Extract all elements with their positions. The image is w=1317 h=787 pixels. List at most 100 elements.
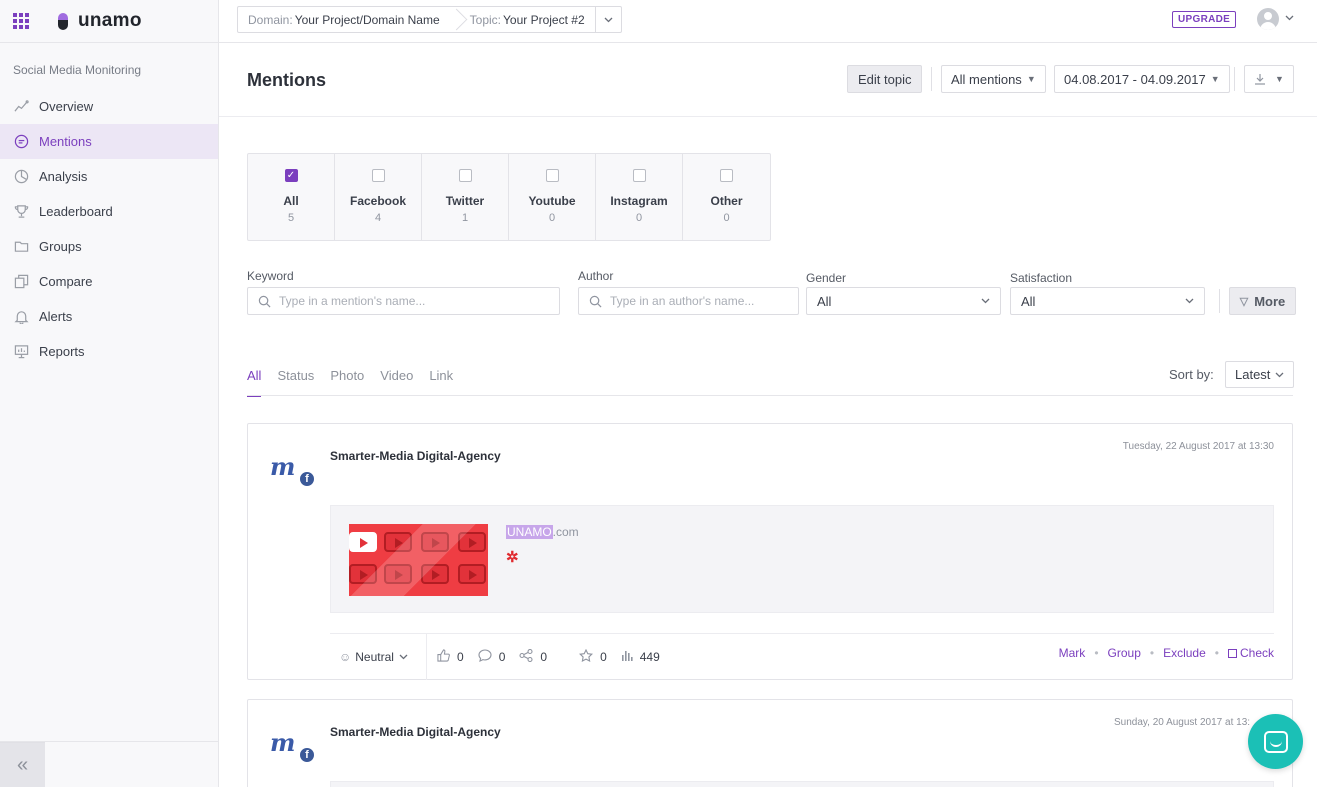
account-menu-caret[interactable]	[1285, 12, 1294, 24]
domain-label: Domain:	[248, 12, 293, 27]
site-favicon-icon: ✲	[506, 549, 519, 566]
sidebar-item-leaderboard[interactable]: Leaderboard	[0, 194, 218, 229]
apps-grid-icon[interactable]	[13, 13, 29, 29]
mark-action[interactable]: Mark	[1059, 646, 1086, 660]
bell-icon	[13, 309, 29, 325]
sentiment-select[interactable]: ☺ Neutral	[330, 634, 427, 680]
source-twitter[interactable]: Twitter 1	[422, 154, 509, 240]
author-input[interactable]: Type in an author's name...	[578, 287, 799, 315]
satisfaction-label: Satisfaction	[1010, 271, 1073, 285]
author-avatar[interactable]: m f	[270, 728, 316, 764]
mention-author[interactable]: Smarter-Media Digital-Agency	[330, 725, 501, 739]
sidebar-item-label: Groups	[39, 239, 82, 254]
breadcrumb[interactable]: Domain: Your Project/Domain Name Topic: …	[237, 6, 622, 33]
sidebar-item-label: Mentions	[39, 134, 92, 149]
logo-text: unamo	[78, 10, 142, 31]
checkbox-icon[interactable]	[371, 169, 385, 182]
source-other[interactable]: Other 0	[683, 154, 770, 240]
topic-label: Topic:	[469, 12, 502, 27]
sidebar-item-mentions[interactable]: Mentions	[0, 124, 218, 159]
breadcrumb-domain[interactable]: Domain: Your Project/Domain Name	[238, 7, 450, 32]
gender-select[interactable]: All	[806, 287, 1001, 315]
author-avatar[interactable]: m f	[270, 452, 316, 488]
check-action[interactable]: Check	[1227, 646, 1274, 660]
chevron-down-icon: ▼	[1275, 74, 1284, 84]
more-filters-label: More	[1254, 293, 1286, 309]
mention-author[interactable]: Smarter-Media Digital-Agency	[330, 449, 501, 463]
mentions-filter-select[interactable]: All mentions ▼	[941, 65, 1046, 93]
mention-card[interactable]: m f Smarter-Media Digital-Agency Tuesday…	[247, 423, 1293, 680]
trophy-icon	[13, 204, 29, 220]
breadcrumb-topic[interactable]: Topic: Your Project #2	[460, 7, 595, 32]
collapse-sidebar-button[interactable]: «	[0, 742, 45, 787]
date-range-select[interactable]: 04.08.2017 - 04.09.2017 ▼	[1054, 65, 1230, 93]
header-divider-line	[219, 116, 1317, 117]
shares-count: 0	[540, 650, 548, 664]
avatar[interactable]	[1257, 8, 1279, 30]
tab-photo[interactable]: Photo	[330, 368, 364, 397]
chat-widget-button[interactable]	[1248, 714, 1303, 769]
checkbox-icon[interactable]	[458, 169, 472, 182]
link-preview[interactable]	[330, 781, 1274, 787]
sidebar-item-groups[interactable]: Groups	[0, 229, 218, 264]
checkbox-checked-icon[interactable]: ✓	[284, 169, 298, 182]
export-button[interactable]: ▼	[1244, 65, 1294, 93]
favorite-stat[interactable]: 0	[579, 648, 607, 665]
chevron-down-icon	[981, 298, 990, 304]
sidebar-item-label: Analysis	[39, 169, 88, 184]
source-facebook[interactable]: Facebook 4	[335, 154, 422, 240]
checkbox-icon[interactable]	[632, 169, 646, 182]
mention-date: Tuesday, 22 August 2017 at 13:30	[1122, 441, 1274, 452]
separator-dot: •	[1214, 646, 1219, 660]
source-count: 5	[287, 212, 295, 224]
tab-status[interactable]: Status	[277, 368, 314, 397]
author-logo-icon: m	[270, 728, 296, 757]
link-site[interactable]: UNAMO.com	[506, 525, 579, 539]
chevron-down-icon: ▼	[1026, 74, 1036, 84]
source-all[interactable]: ✓ All 5	[248, 154, 335, 240]
sidebar-item-reports[interactable]: Reports	[0, 334, 218, 369]
sidebar-item-overview[interactable]: Overview	[0, 89, 218, 124]
sidebar-item-label: Compare	[39, 274, 93, 289]
checkbox-icon[interactable]	[545, 169, 559, 182]
thumbs-up-icon	[437, 649, 450, 665]
source-filter: ✓ All 5 Facebook 4 Twitter 1 Youtube 0 I…	[247, 153, 771, 241]
topic-dropdown-button[interactable]	[594, 7, 621, 32]
source-instagram[interactable]: Instagram 0	[596, 154, 683, 240]
keyword-input[interactable]: Type in a mention's name...	[247, 287, 560, 315]
sidebar-item-compare[interactable]: Compare	[0, 264, 218, 299]
check-label: Check	[1239, 646, 1274, 660]
upgrade-button[interactable]: UPGRADE	[1172, 11, 1237, 28]
source-name: All	[283, 194, 299, 208]
checkbox-icon[interactable]	[720, 169, 733, 182]
chat-icon	[1263, 730, 1288, 753]
chat-bubble-icon	[13, 134, 29, 150]
group-action[interactable]: Group	[1108, 646, 1141, 660]
breadcrumb-separator	[450, 7, 460, 32]
sort-select[interactable]: Latest	[1225, 361, 1295, 388]
exclude-action[interactable]: Exclude	[1163, 646, 1206, 660]
satisfaction-select[interactable]: All	[1010, 287, 1205, 315]
sidebar-item-alerts[interactable]: Alerts	[0, 299, 218, 334]
link-preview[interactable]: UNAMO.com ✲	[330, 505, 1274, 613]
link-thumbnail[interactable]	[349, 524, 488, 596]
facebook-icon: f	[298, 746, 316, 764]
chevron-down-icon	[1285, 15, 1294, 21]
source-name: Instagram	[610, 194, 668, 208]
tabs-divider	[247, 395, 1293, 396]
neutral-face-icon: ☺	[339, 650, 352, 664]
edit-topic-button[interactable]: Edit topic	[847, 65, 923, 93]
more-filters-button[interactable]: ▽ More	[1229, 287, 1296, 315]
comments-count: 0	[498, 650, 506, 664]
chevron-down-icon	[399, 654, 408, 660]
domain-value: Your Project/Domain Name	[294, 12, 440, 27]
copy-icon	[13, 274, 29, 290]
tab-link[interactable]: Link	[429, 368, 453, 397]
likes-count: 0	[457, 650, 464, 664]
source-youtube[interactable]: Youtube 0	[509, 154, 596, 240]
mention-card[interactable]: m f Smarter-Media Digital-Agency Sunday,…	[247, 699, 1293, 787]
tab-video[interactable]: Video	[380, 368, 413, 397]
sidebar-item-analysis[interactable]: Analysis	[0, 159, 218, 194]
tab-all[interactable]: All	[247, 368, 262, 397]
separator-dot: •	[1094, 646, 1099, 660]
